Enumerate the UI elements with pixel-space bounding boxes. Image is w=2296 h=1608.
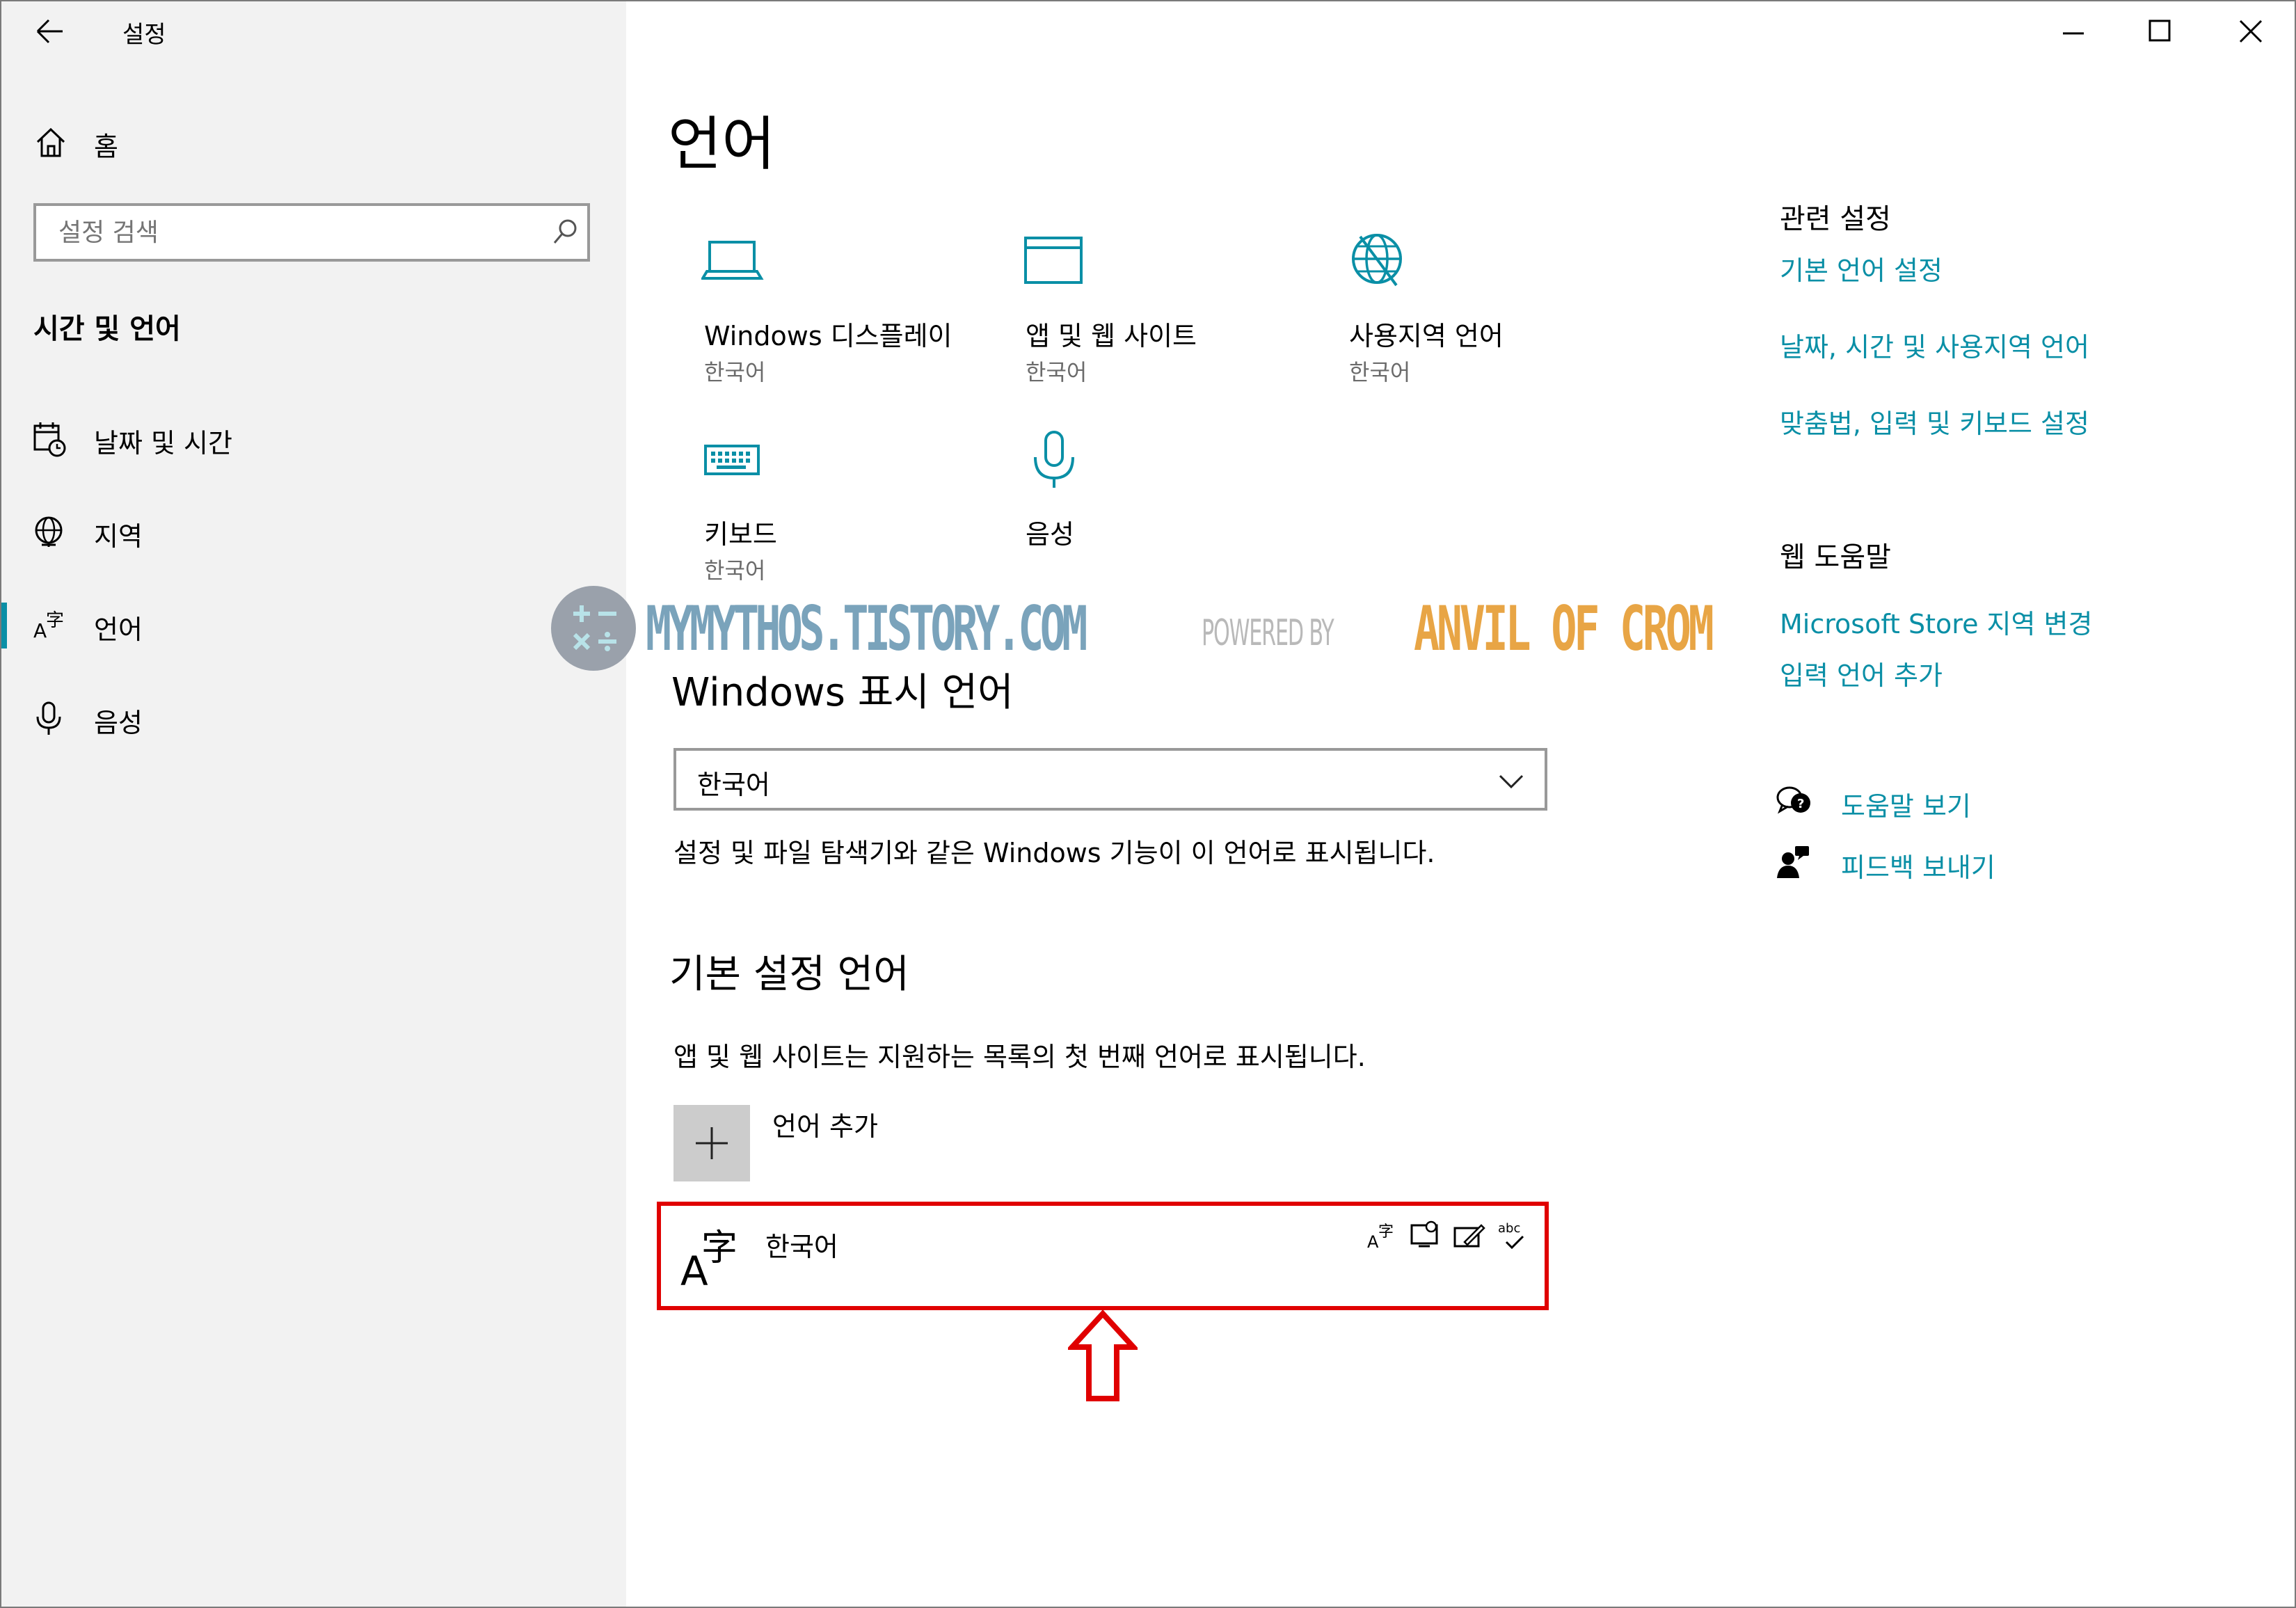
link-date-time-region[interactable]: 날짜, 시간 및 사용지역 언어 <box>1780 326 2089 364</box>
tile-region-language[interactable]: 사용지역 언어 한국어 <box>1346 230 1639 397</box>
tile-value: 한국어 <box>704 359 766 385</box>
language-list-item[interactable]: A字 한국어 A字 abc <box>657 1202 1549 1310</box>
tile-apps-websites[interactable]: 앱 및 웹 사이트 한국어 <box>1023 230 1315 397</box>
svg-text:字: 字 <box>701 1227 738 1269</box>
watermark-powered: POWERED BY <box>1202 612 1334 654</box>
tile-title: 음성 <box>1026 519 1074 550</box>
tile-title: 앱 및 웹 사이트 <box>1026 321 1197 351</box>
get-help-label: 도움말 보기 <box>1841 791 1971 822</box>
svg-text:abc: abc <box>1498 1221 1520 1236</box>
tile-keyboard[interactable]: 키보드 한국어 <box>701 428 994 595</box>
search-box[interactable] <box>33 203 590 262</box>
plus-icon <box>696 1127 728 1159</box>
sidebar-item-language[interactable]: A字 언어 <box>1 597 624 654</box>
svg-text:A: A <box>1367 1232 1379 1252</box>
close-button[interactable] <box>2219 7 2282 56</box>
handwriting-icon <box>1453 1224 1485 1248</box>
give-feedback-label: 피드백 보내기 <box>1841 852 1995 883</box>
get-help-link[interactable]: ? 도움말 보기 <box>1776 779 2068 824</box>
add-tile <box>673 1105 750 1181</box>
browser-window-icon <box>1024 237 1083 284</box>
display-language-dropdown[interactable]: 한국어 <box>673 748 1547 811</box>
link-change-store-region[interactable]: Microsoft Store 지역 변경 <box>1780 603 2092 641</box>
related-settings-heading: 관련 설정 <box>1780 203 1891 235</box>
give-feedback-link[interactable]: 피드백 보내기 <box>1776 841 2068 885</box>
selected-indicator <box>1 603 7 648</box>
minimize-button[interactable] <box>2042 7 2105 56</box>
preferred-language-heading: 기본 설정 언어 <box>669 952 909 997</box>
calendar-clock-icon <box>33 422 66 457</box>
chevron-down-icon <box>1499 774 1524 789</box>
web-help-heading: 웹 도움말 <box>1780 541 1891 573</box>
watermark: MYMYTHOS.TISTORY.COM POWERED BY ANVIL OF… <box>550 583 1746 674</box>
sidebar-item-date-time[interactable]: 날짜 및 시간 <box>1 411 624 468</box>
close-icon <box>2239 19 2263 43</box>
tile-value: 한국어 <box>1026 359 1087 385</box>
tile-value: 한국어 <box>1349 359 1411 385</box>
sidebar-item-label: 언어 <box>94 614 143 645</box>
globe-icon <box>35 516 63 547</box>
sidebar-item-region[interactable]: 지역 <box>1 504 624 561</box>
search-input[interactable] <box>57 214 533 250</box>
page-title: 언어 <box>668 110 776 178</box>
back-arrow-icon <box>36 19 63 44</box>
watermark-brand: ANVIL OF CROM <box>1414 593 1714 664</box>
sidebar-home[interactable]: 홈 <box>28 118 598 167</box>
add-language-button[interactable]: 언어 추가 <box>673 1105 966 1181</box>
preferred-language-description: 앱 및 웹 사이트는 지원하는 목록의 첫 번째 언어로 표시됩니다. <box>673 1042 1366 1072</box>
watermark-site: MYMYTHOS.TISTORY.COM <box>646 593 1087 664</box>
language-icon: A字 <box>33 610 64 642</box>
laptop-icon <box>701 241 764 280</box>
svg-text:A: A <box>33 619 47 642</box>
svg-text:字: 字 <box>46 610 64 631</box>
sidebar-section-title: 시간 및 언어 <box>33 313 181 345</box>
language-name: 한국어 <box>765 1232 838 1262</box>
maximize-icon <box>2148 19 2171 42</box>
sidebar-item-label: 날짜 및 시간 <box>94 428 232 459</box>
tile-title: Windows 디스플레이 <box>704 321 952 351</box>
link-default-language-settings[interactable]: 기본 언어 설정 <box>1780 249 1943 287</box>
microphone-icon <box>36 701 61 735</box>
minimize-icon <box>2063 32 2084 35</box>
speech-icon <box>1410 1220 1438 1248</box>
tile-windows-display[interactable]: Windows 디스플레이 한국어 <box>701 230 994 397</box>
tile-value: 한국어 <box>704 557 766 584</box>
display-language-icon: A字 <box>1367 1223 1394 1252</box>
language-icon: A字 <box>680 1227 738 1295</box>
svg-text:?: ? <box>1797 797 1804 811</box>
link-spelling-typing-keyboard[interactable]: 맞춤법, 입력 및 키보드 설정 <box>1780 402 2089 440</box>
maximize-button[interactable] <box>2129 7 2192 56</box>
link-add-input-language[interactable]: 입력 언어 추가 <box>1780 654 1943 692</box>
spellcheck-icon: abc <box>1498 1221 1524 1250</box>
up-arrow-annotation-icon <box>1068 1310 1138 1401</box>
home-icon <box>36 127 65 157</box>
calculator-symbols-icon <box>573 605 616 651</box>
back-button[interactable] <box>28 14 70 49</box>
keyboard-icon <box>704 445 760 475</box>
svg-text:字: 字 <box>1378 1223 1394 1241</box>
display-language-description: 설정 및 파일 탐색기와 같은 Windows 기능이 이 언어로 표시됩니다. <box>673 838 1435 868</box>
tile-title: 사용지역 언어 <box>1349 321 1504 351</box>
globe-pin-icon <box>1352 234 1402 287</box>
sidebar-item-speech[interactable]: 음성 <box>1 690 624 747</box>
display-language-heading: Windows 표시 언어 <box>671 670 1014 715</box>
add-language-label: 언어 추가 <box>772 1111 878 1142</box>
search-icon <box>553 219 577 244</box>
dropdown-value: 한국어 <box>697 770 770 800</box>
feedback-person-icon <box>1777 846 1809 878</box>
tile-title: 키보드 <box>704 519 777 550</box>
sidebar-home-label: 홈 <box>94 132 118 162</box>
microphone-icon <box>1034 431 1074 488</box>
tile-speech[interactable]: 음성 <box>1023 428 1315 553</box>
window-title: 설정 <box>122 21 166 49</box>
sidebar-item-label: 음성 <box>94 708 143 738</box>
sidebar-item-label: 지역 <box>94 521 143 552</box>
help-chat-icon: ? <box>1776 786 1810 814</box>
